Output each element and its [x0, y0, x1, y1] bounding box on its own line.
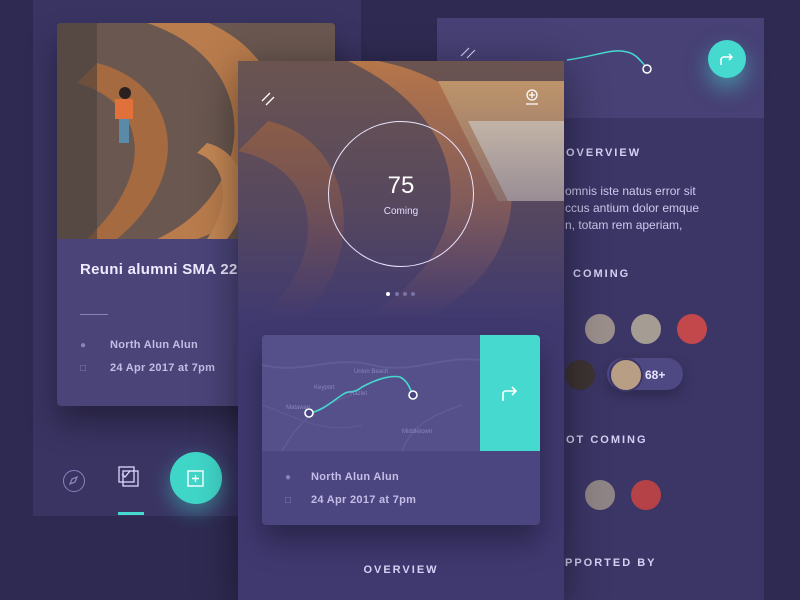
event-location: ● North Alun Alun [80, 339, 198, 351]
share-arrow-icon [720, 53, 734, 65]
add-note-button[interactable] [170, 452, 222, 504]
pager-dot[interactable] [403, 292, 407, 296]
route-map[interactable]: Union Beach Keyport Hazlet Middletown Ma… [262, 335, 481, 452]
map-label: Matawan [286, 405, 311, 411]
overview-heading: OVERVIEW [566, 147, 642, 159]
location-pin-icon: ● [80, 340, 87, 351]
avatar[interactable] [609, 358, 643, 392]
checkbox-icon[interactable] [118, 466, 139, 487]
share-arrow-icon [502, 386, 518, 401]
share-button[interactable] [708, 40, 746, 78]
add-person-icon[interactable] [523, 88, 541, 106]
pager-dot[interactable] [411, 292, 415, 296]
map-label: Keyport [314, 385, 335, 391]
active-tab-indicator [118, 512, 144, 515]
location-text: North Alun Alun [110, 339, 198, 351]
location-card[interactable]: Union Beach Keyport Hazlet Middletown Ma… [262, 335, 540, 525]
map-label: Union Beach [354, 369, 389, 375]
avatar[interactable] [583, 312, 617, 346]
datetime-text: 24 Apr 2017 at 7pm [311, 494, 417, 506]
avatar[interactable] [629, 312, 663, 346]
center-datetime: □ 24 Apr 2017 at 7pm [285, 494, 416, 506]
more-count: 68+ [645, 368, 666, 382]
pager-dot-active[interactable] [386, 292, 390, 296]
map-label: Middletown [402, 429, 433, 435]
compass-icon[interactable] [63, 470, 85, 492]
center-location: ● North Alun Alun [285, 471, 399, 483]
location-pin-icon: ● [285, 472, 292, 483]
calendar-icon: □ [80, 363, 87, 374]
avatar[interactable] [563, 358, 597, 392]
avatar[interactable] [583, 478, 617, 512]
title-divider [80, 314, 108, 315]
datetime-text: 24 Apr 2017 at 7pm [110, 362, 216, 374]
map-label: Hazlet [350, 391, 368, 397]
overview-text: omnis iste natus error sit ccus antium d… [565, 184, 700, 232]
center-overview-heading: OVERVIEW [363, 564, 439, 576]
avatar[interactable] [629, 478, 663, 512]
location-text: North Alun Alun [311, 471, 399, 483]
not-coming-heading: OT COMING [566, 434, 648, 446]
supported-by-heading: PPORTED BY [565, 557, 657, 569]
directions-button[interactable] [480, 335, 540, 451]
attendee-count: 75 [387, 172, 415, 199]
calendar-icon: □ [285, 495, 292, 506]
coming-heading: COMING [573, 268, 631, 280]
pager-dot[interactable] [395, 292, 399, 296]
event-datetime: □ 24 Apr 2017 at 7pm [80, 362, 215, 374]
attendee-count-label: Coming [383, 206, 419, 217]
avatar[interactable] [675, 312, 709, 346]
add-note-icon [187, 470, 204, 487]
